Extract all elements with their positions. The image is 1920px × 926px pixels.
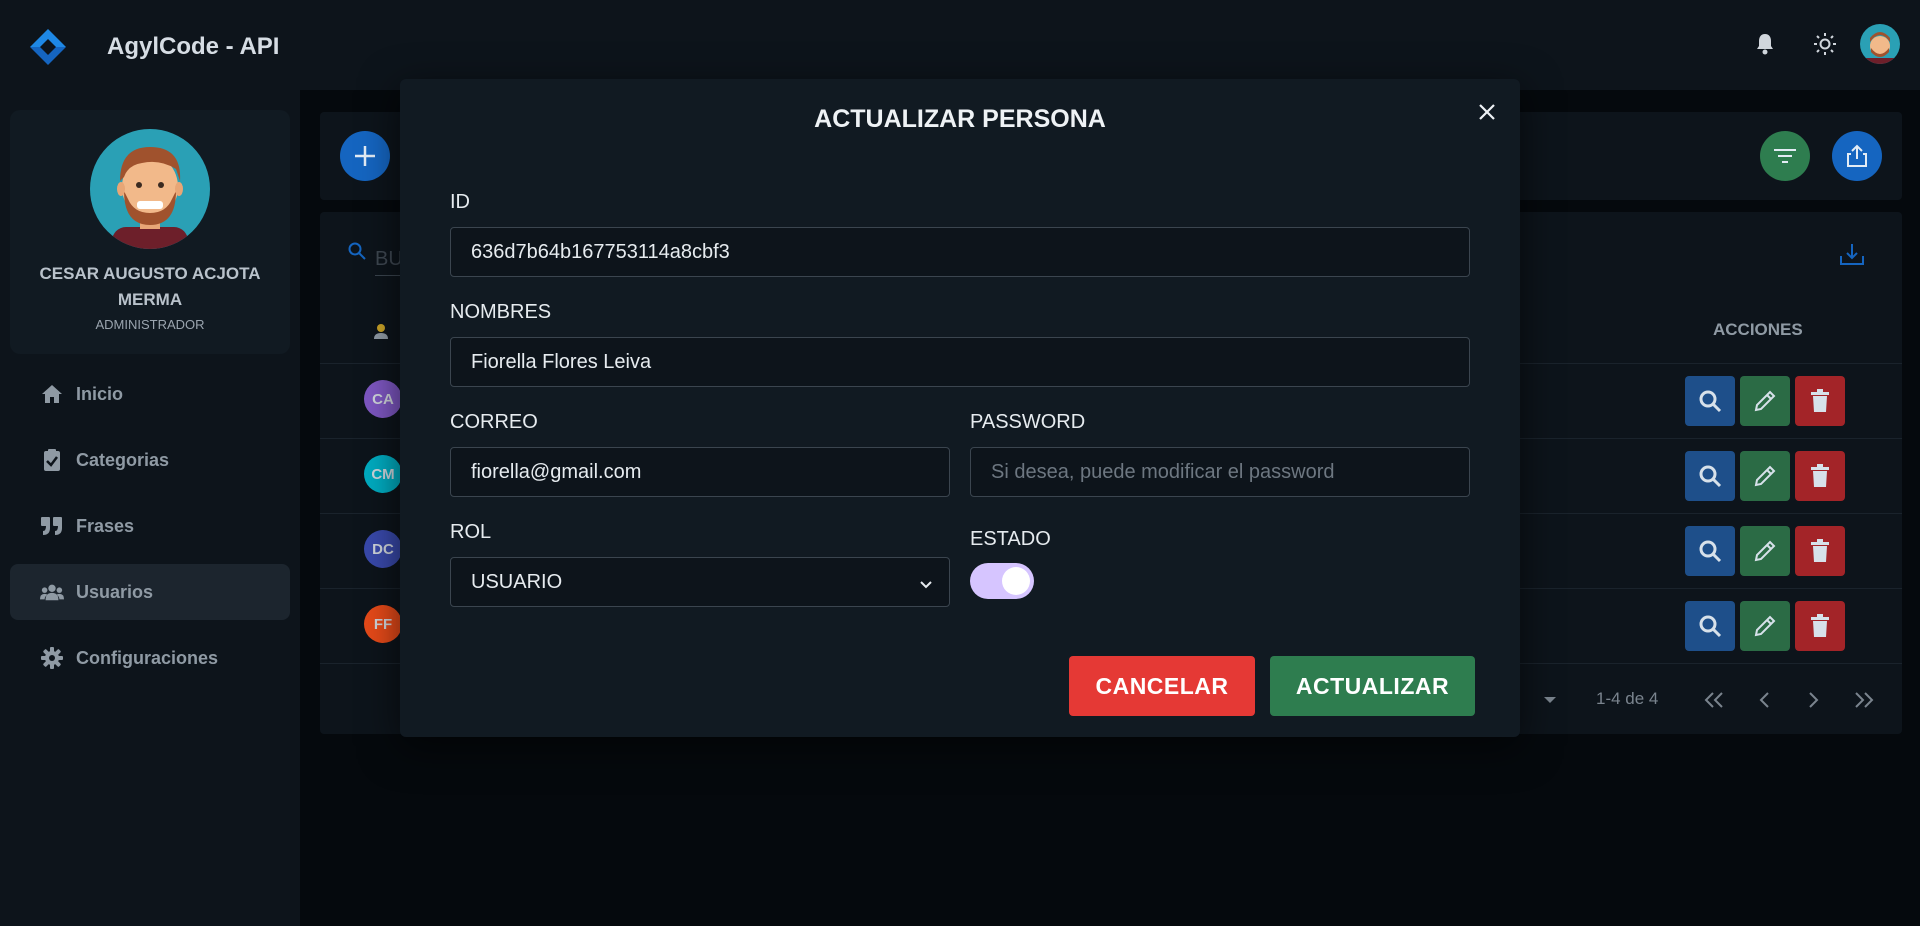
view-button[interactable] — [1685, 451, 1735, 501]
close-icon[interactable] — [1472, 97, 1502, 127]
profile-avatar — [90, 129, 210, 249]
id-field[interactable]: 636d7b64b167753114a8cbf3 — [450, 227, 1470, 277]
sidebar-item-frases[interactable]: Frases — [10, 498, 290, 554]
sidebar-item-label: Configuraciones — [76, 647, 219, 668]
profile-name: CESAR AUGUSTO ACJOTA MERMA — [39, 264, 261, 309]
correo-field[interactable]: fiorella@gmail.com — [450, 447, 950, 497]
sidebar-item-label: Inicio — [76, 383, 124, 404]
sidebar-item-label: Categorias — [76, 449, 170, 470]
nombres-label: NOMBRES — [450, 301, 552, 323]
sun-icon[interactable] — [1809, 28, 1841, 60]
row-avatar: CA — [364, 380, 402, 418]
row-avatar: CM — [364, 455, 402, 493]
edit-button[interactable] — [1740, 451, 1790, 501]
user-column-icon — [373, 322, 389, 345]
next-page-icon[interactable] — [1802, 688, 1826, 712]
rol-label: ROL — [450, 521, 492, 543]
filter-button[interactable] — [1760, 131, 1810, 181]
profile-role: ADMINISTRADOR — [95, 317, 205, 332]
delete-button[interactable] — [1795, 376, 1845, 426]
rol-select-value: USUARIO — [471, 570, 563, 593]
profile-card: CESAR AUGUSTO ACJOTA MERMA ADMINISTRADOR — [10, 110, 290, 354]
user-avatar[interactable] — [1860, 24, 1900, 64]
dialog-title: ACTUALIZAR PERSONA — [814, 105, 1106, 133]
estado-toggle[interactable] — [970, 563, 1034, 599]
sidebar-item-label: Frases — [76, 515, 135, 536]
sidebar: CESAR AUGUSTO ACJOTA MERMA ADMINISTRADOR… — [0, 90, 300, 926]
pagination-range: 1-4 de 4 — [1596, 689, 1659, 708]
download-icon[interactable] — [1839, 242, 1865, 271]
view-button[interactable] — [1685, 526, 1735, 576]
clipboard-check-icon — [40, 448, 64, 472]
sidebar-item-configuraciones[interactable]: Configuraciones — [10, 630, 290, 686]
toggle-knob — [1002, 567, 1030, 595]
cancel-button[interactable]: CANCELAR — [1069, 656, 1255, 716]
search-icon — [348, 242, 366, 265]
rol-select[interactable]: USUARIO — [450, 557, 950, 607]
estado-label: ESTADO — [970, 528, 1051, 550]
edit-button[interactable] — [1740, 376, 1790, 426]
sidebar-item-inicio[interactable]: Inicio — [10, 366, 290, 422]
sidebar-item-usuarios[interactable]: Usuarios — [10, 564, 290, 620]
view-button[interactable] — [1685, 601, 1735, 651]
users-icon — [40, 580, 64, 604]
row-avatar: DC — [364, 530, 402, 568]
home-icon — [40, 382, 64, 406]
password-field[interactable]: Si desea, puede modificar el password — [970, 447, 1470, 497]
nombres-field[interactable]: Fiorella Flores Leiva — [450, 337, 1470, 387]
delete-button[interactable] — [1795, 601, 1845, 651]
edit-button[interactable] — [1740, 601, 1790, 651]
view-button[interactable] — [1685, 376, 1735, 426]
rows-per-page-dropdown-icon[interactable] — [1538, 688, 1562, 712]
update-person-dialog: ACTUALIZAR PERSONA ID 636d7b64b167753114… — [400, 79, 1520, 737]
correo-label: CORREO — [450, 411, 538, 433]
chevron-down-icon — [919, 574, 933, 597]
update-button[interactable]: ACTUALIZAR — [1270, 656, 1475, 716]
gear-icon — [40, 646, 64, 670]
id-label: ID — [450, 191, 470, 213]
top-app-bar: AgylCode - API — [0, 0, 1920, 90]
bell-icon[interactable] — [1749, 28, 1781, 60]
previous-page-icon[interactable] — [1752, 688, 1776, 712]
edit-button[interactable] — [1740, 526, 1790, 576]
delete-button[interactable] — [1795, 451, 1845, 501]
app-logo-icon[interactable] — [28, 27, 68, 67]
add-button[interactable] — [340, 131, 390, 181]
sidebar-item-categorias[interactable]: Categorias — [10, 432, 290, 488]
first-page-icon[interactable] — [1702, 688, 1726, 712]
share-button[interactable] — [1832, 131, 1882, 181]
quote-icon — [40, 514, 64, 538]
app-title: AgylCode - API — [107, 33, 280, 60]
actions-column-header: ACCIONES — [1713, 320, 1803, 339]
password-label: PASSWORD — [970, 411, 1086, 433]
last-page-icon[interactable] — [1852, 688, 1876, 712]
delete-button[interactable] — [1795, 526, 1845, 576]
row-avatar: FF — [364, 605, 402, 643]
sidebar-item-label: Usuarios — [76, 581, 154, 602]
